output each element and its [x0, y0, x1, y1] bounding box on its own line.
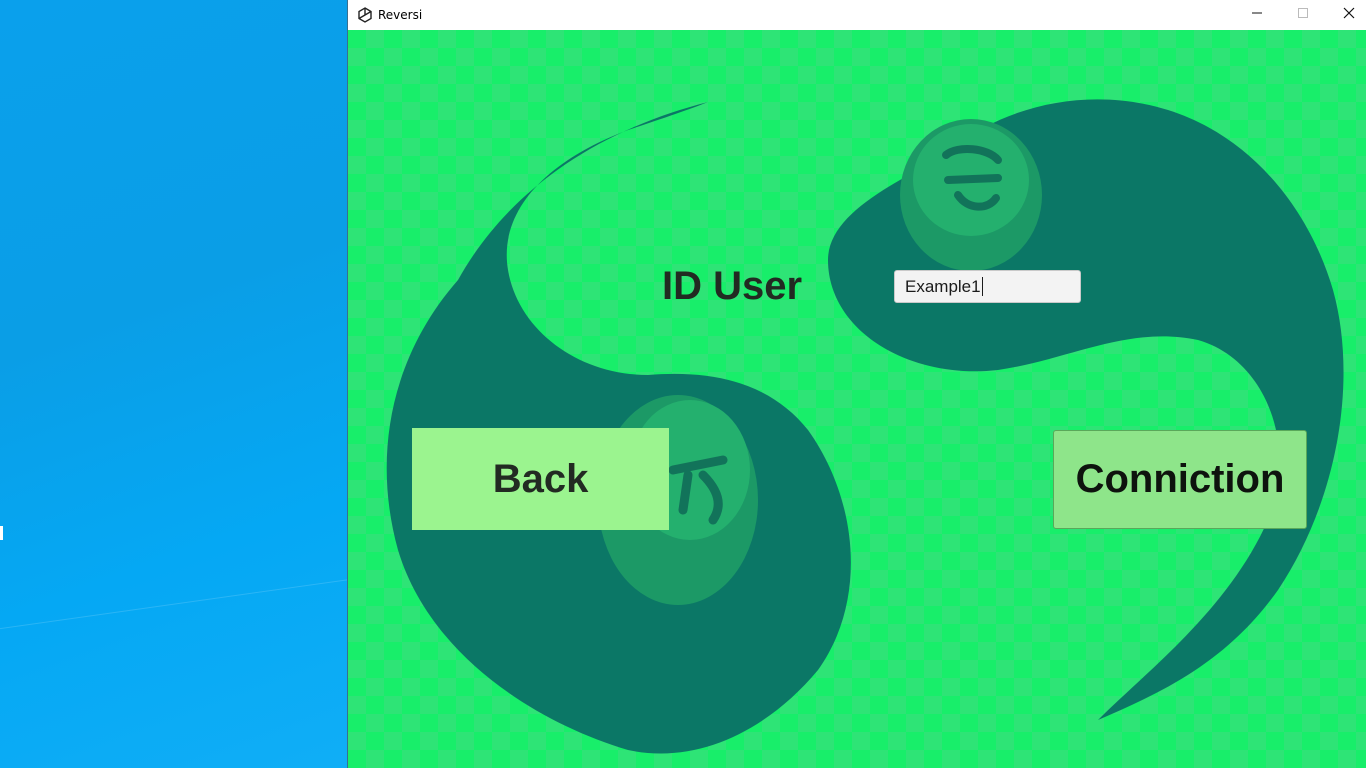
- desktop-edge-marker: [0, 526, 3, 540]
- maximize-icon: [1297, 6, 1309, 24]
- close-button[interactable]: [1326, 0, 1366, 30]
- title-bar[interactable]: Reversi: [348, 0, 1366, 30]
- minimize-button[interactable]: [1234, 0, 1280, 30]
- connection-button[interactable]: Conniction: [1053, 430, 1307, 529]
- desktop-wallpaper: [0, 0, 348, 768]
- app-window: Reversi ID User Example1 Back Conniction: [347, 0, 1366, 768]
- back-button[interactable]: Back: [412, 428, 669, 530]
- swirl-emblem: [386, 99, 1344, 754]
- window-title: Reversi: [378, 8, 423, 22]
- unity-icon: [357, 7, 373, 23]
- wallpaper-light-ray: [0, 565, 348, 636]
- id-user-input[interactable]: Example1: [894, 270, 1081, 303]
- maximize-button[interactable]: [1280, 0, 1326, 30]
- id-user-label: ID User: [662, 264, 803, 308]
- close-icon: [1343, 6, 1355, 24]
- top-game-piece: [900, 119, 1042, 271]
- minimize-icon: [1251, 6, 1263, 24]
- text-caret: [981, 277, 983, 296]
- game-canvas: ID User Example1 Back Conniction: [348, 30, 1366, 768]
- wallpaper-light-ray: [89, 0, 348, 24]
- id-user-input-value: Example1: [905, 276, 981, 296]
